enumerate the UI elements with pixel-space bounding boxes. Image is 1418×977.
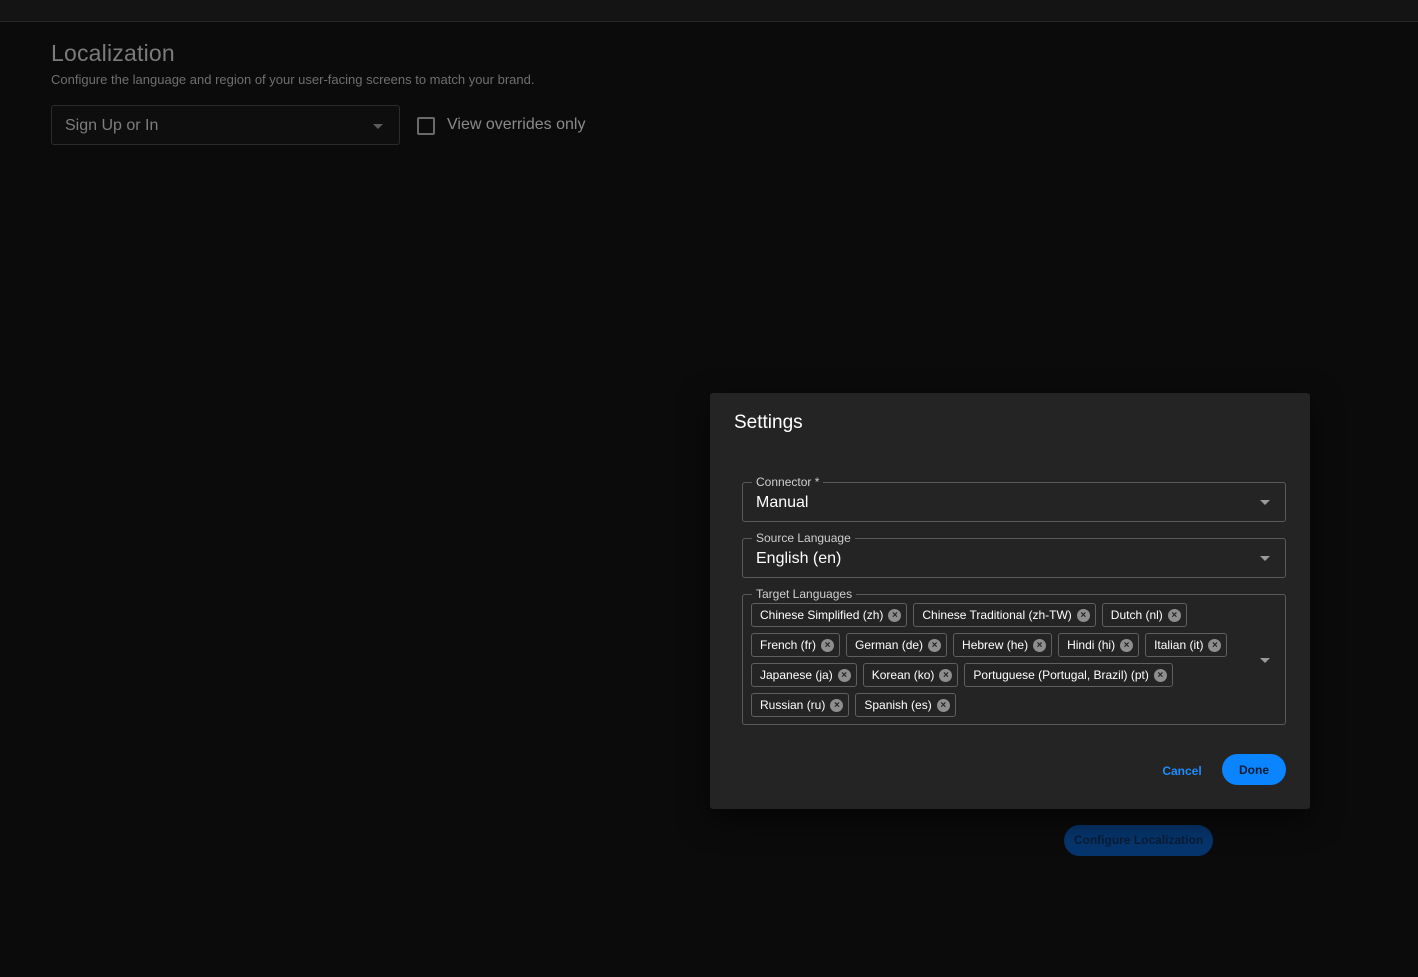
- language-chip-label: Portuguese (Portugal, Brazil) (pt): [973, 668, 1149, 682]
- language-chip[interactable]: Russian (ru) ×: [751, 693, 850, 717]
- cancel-circle-icon[interactable]: ×: [1167, 608, 1181, 622]
- language-chip-label: Russian (ru): [760, 698, 826, 712]
- view-overrides-label[interactable]: View overrides only: [447, 116, 585, 134]
- target-languages-select[interactable]: Target Languages Chinese Simplified (zh)…: [742, 586, 1286, 725]
- cancel-circle-icon[interactable]: ×: [888, 608, 902, 622]
- language-chip[interactable]: Italian (it) ×: [1145, 633, 1228, 657]
- language-chip[interactable]: Korean (ko) ×: [862, 663, 959, 687]
- language-chip[interactable]: Portuguese (Portugal, Brazil) (pt) ×: [964, 663, 1173, 687]
- view-overrides-checkbox[interactable]: [417, 117, 435, 135]
- source-language-select[interactable]: Source Language English (en): [742, 530, 1286, 578]
- screen-select-value: Sign Up or In: [65, 117, 159, 134]
- screen-select[interactable]: Sign Up or In: [51, 105, 400, 145]
- cancel-circle-icon[interactable]: ×: [1120, 638, 1134, 652]
- language-chip[interactable]: Hindi (hi) ×: [1058, 633, 1140, 657]
- language-chip-label: Spanish (es): [864, 698, 932, 712]
- language-chip[interactable]: Chinese Traditional (zh-TW) ×: [913, 603, 1096, 627]
- language-chip[interactable]: Dutch (nl) ×: [1101, 603, 1187, 627]
- language-chip[interactable]: Chinese Simplified (zh) ×: [751, 603, 908, 627]
- configure-localization-button[interactable]: Configure Localization: [1064, 825, 1213, 856]
- source-language-label: Source Language: [752, 530, 855, 546]
- language-chip-label: Dutch (nl): [1110, 608, 1163, 622]
- cancel-circle-icon[interactable]: ×: [928, 638, 942, 652]
- language-chip-label: French (fr): [760, 638, 817, 652]
- source-language-value: English (en): [756, 550, 842, 567]
- connector-value: Manual: [756, 494, 809, 511]
- language-chip-label: Japanese (ja): [760, 668, 833, 682]
- cancel-circle-icon[interactable]: ×: [1153, 668, 1167, 682]
- language-chip-label: Italian (it): [1154, 638, 1204, 652]
- language-chip[interactable]: Japanese (ja) ×: [751, 663, 857, 687]
- target-languages-label: Target Languages: [752, 586, 857, 602]
- language-chip[interactable]: French (fr) ×: [751, 633, 841, 657]
- chevron-down-icon: [1260, 556, 1270, 561]
- cancel-circle-icon[interactable]: ×: [821, 638, 835, 652]
- connector-label: Connector *: [752, 474, 824, 490]
- top-bar: [0, 0, 1418, 22]
- language-chip-label: Chinese Traditional (zh-TW): [922, 608, 1072, 622]
- cancel-circle-icon[interactable]: ×: [837, 668, 851, 682]
- connector-select[interactable]: Connector * Manual: [742, 474, 1286, 522]
- chevron-down-icon: [1260, 500, 1270, 505]
- language-chip-label: Chinese Simplified (zh): [760, 608, 884, 622]
- language-chip-label: Korean (ko): [871, 668, 935, 682]
- cancel-circle-icon[interactable]: ×: [1076, 608, 1090, 622]
- language-chip[interactable]: German (de) ×: [846, 633, 948, 657]
- language-chip-label: German (de): [855, 638, 924, 652]
- language-chip[interactable]: Spanish (es) ×: [855, 693, 956, 717]
- language-chip[interactable]: Hebrew (he) ×: [953, 633, 1053, 657]
- cancel-circle-icon[interactable]: ×: [830, 698, 844, 712]
- dialog-title: Settings: [734, 412, 803, 433]
- cancel-circle-icon[interactable]: ×: [936, 698, 950, 712]
- chevron-down-icon: [1260, 658, 1270, 663]
- language-chip-label: Hebrew (he): [962, 638, 1029, 652]
- target-language-chips: Chinese Simplified (zh) × Chinese Traditio…: [751, 603, 1251, 717]
- language-chip-label: Hindi (hi): [1067, 638, 1116, 652]
- done-button[interactable]: Done: [1222, 754, 1286, 785]
- page-title: Localization: [51, 40, 175, 66]
- cancel-button[interactable]: Cancel: [1154, 756, 1210, 786]
- chevron-down-icon: [373, 124, 383, 129]
- page-subtitle: Configure the language and region of you…: [51, 72, 535, 87]
- cancel-circle-icon[interactable]: ×: [939, 668, 953, 682]
- settings-dialog: Settings Connector * Manual Source Langu…: [710, 393, 1310, 809]
- cancel-circle-icon[interactable]: ×: [1208, 638, 1222, 652]
- cancel-circle-icon[interactable]: ×: [1033, 638, 1047, 652]
